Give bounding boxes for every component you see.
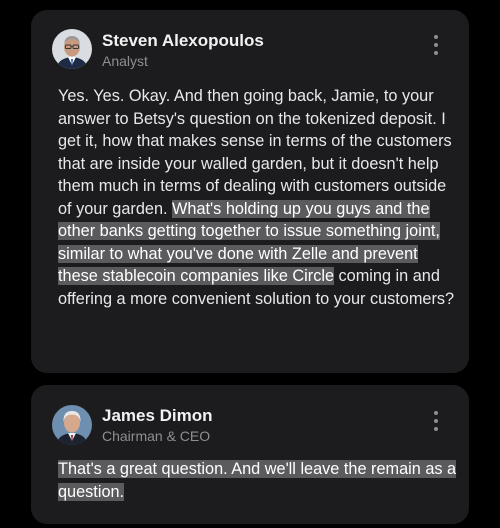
speaker-name: James Dimon (102, 406, 213, 425)
more-options-icon[interactable] (433, 35, 439, 55)
speaker-role: Analyst (102, 53, 148, 69)
transcript-card-james: James Dimon Chairman & CEO That's a grea… (31, 385, 469, 524)
speaker-name: Steven Alexopoulos (102, 31, 264, 50)
message-text: Yes. Yes. Okay. And then going back, Jam… (58, 85, 458, 310)
transcript-card-steven: Steven Alexopoulos Analyst Yes. Yes. Oka… (31, 10, 469, 373)
message-text: That's a great question. And we'll leave… (58, 458, 458, 503)
message-text-plain: Yes. Yes. Okay. And then going back, Jam… (58, 87, 452, 218)
highlighted-text[interactable]: That's a great question. And we'll leave… (58, 460, 457, 501)
more-options-icon[interactable] (433, 411, 439, 431)
avatar[interactable] (52, 405, 92, 445)
person-photo-icon (52, 405, 92, 445)
person-photo-icon (52, 29, 92, 69)
speaker-role: Chairman & CEO (102, 428, 211, 444)
avatar[interactable] (52, 29, 92, 69)
